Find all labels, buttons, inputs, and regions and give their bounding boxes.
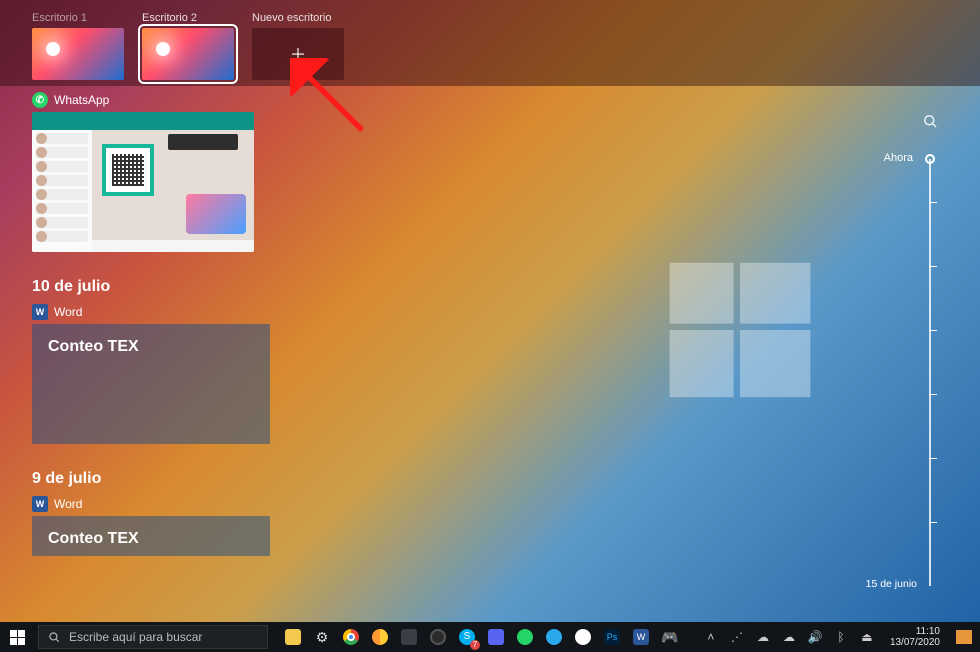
desktop-thumb-2[interactable]: Escritorio 2 — [142, 12, 234, 80]
timeline-activity-card[interactable]: Conteo TEX — [32, 324, 270, 444]
photoshop-icon[interactable]: Ps — [599, 622, 625, 652]
slack-icon[interactable] — [570, 622, 596, 652]
whatsapp-icon: ✆ — [32, 92, 48, 108]
word-taskbar-icon[interactable]: W — [628, 622, 654, 652]
scrubber-label-now: Ahora — [884, 152, 913, 164]
plus-icon — [289, 45, 307, 63]
timeline-activity-card[interactable]: Conteo TEX — [32, 516, 270, 556]
new-desktop-label: Nuevo escritorio — [252, 12, 331, 24]
whatsapp-window-thumbnail[interactable] — [32, 112, 254, 252]
desktop-thumb-1[interactable]: Escritorio 1 — [32, 12, 124, 80]
obs-icon[interactable] — [425, 622, 451, 652]
timeline-search-button[interactable] — [921, 112, 939, 135]
timeline-app-name: Word — [54, 305, 82, 319]
action-center-icon[interactable] — [956, 630, 972, 644]
word-icon: W — [32, 304, 48, 320]
telegram-icon[interactable] — [541, 622, 567, 652]
chrome-icon[interactable] — [338, 622, 364, 652]
desktop-thumbnail — [32, 28, 124, 80]
timeline-app-name: WhatsApp — [54, 93, 109, 107]
cloud-sync-icon[interactable]: ☁ — [780, 622, 798, 652]
microsoft-store-icon[interactable] — [396, 622, 422, 652]
scrubber-track[interactable]: Ahora 15 de junio — [929, 159, 931, 586]
new-desktop-tile[interactable] — [252, 28, 344, 80]
timeline-date-header: 9 de julio — [32, 470, 900, 488]
safe-remove-icon[interactable]: ⏏ — [858, 622, 876, 652]
scrubber-knob[interactable] — [925, 154, 935, 164]
clock-date: 13/07/2020 — [890, 637, 940, 648]
whatsapp-taskbar-icon[interactable] — [512, 622, 538, 652]
skype-icon[interactable]: S — [454, 622, 480, 652]
taskbar: Escribe aquí para buscar ⚙ S Ps W 🎮 ˄ ⋰ … — [0, 622, 980, 652]
timeline-app-name: Word — [54, 497, 82, 511]
timeline-app-header-word: W Word — [32, 496, 900, 512]
search-icon — [47, 630, 61, 644]
windows-logo-icon — [10, 630, 25, 645]
taskbar-clock[interactable]: 11:10 13/07/2020 — [890, 626, 940, 648]
tray-chevron-up-icon[interactable]: ˄ — [702, 622, 720, 652]
wifi-icon[interactable]: ⋰ — [728, 622, 746, 652]
discord-icon[interactable] — [483, 622, 509, 652]
onedrive-icon[interactable]: ☁ — [754, 622, 772, 652]
timeline-scrubber[interactable]: Ahora 15 de junio — [915, 112, 945, 610]
scrubber-label-end: 15 de junio — [866, 578, 917, 590]
system-tray: ˄ ⋰ ☁ ☁ 🔊 ᛒ ⏏ 11:10 13/07/2020 — [702, 622, 980, 652]
activity-title: Conteo TEX — [48, 530, 139, 547]
volume-icon[interactable]: 🔊 — [806, 622, 824, 652]
settings-icon[interactable]: ⚙ — [309, 622, 335, 652]
file-explorer-icon[interactable] — [280, 622, 306, 652]
clock-time: 11:10 — [890, 626, 940, 637]
desktop-thumbnail — [142, 28, 234, 80]
new-desktop-button[interactable]: Nuevo escritorio — [252, 12, 344, 80]
steam-icon[interactable]: 🎮 — [657, 622, 683, 652]
taskbar-search-input[interactable]: Escribe aquí para buscar — [38, 625, 268, 649]
chrome-canary-icon[interactable] — [367, 622, 393, 652]
activity-title: Conteo TEX — [48, 338, 139, 355]
taskbar-pinned-apps: ⚙ S Ps W 🎮 — [280, 622, 683, 652]
bluetooth-icon[interactable]: ᛒ — [832, 622, 850, 652]
desktop-label: Escritorio 1 — [32, 12, 87, 24]
windows-logo-wallpaper — [660, 250, 820, 410]
search-placeholder: Escribe aquí para buscar — [69, 630, 202, 644]
word-icon: W — [32, 496, 48, 512]
timeline-app-header-whatsapp: ✆ WhatsApp — [32, 92, 900, 108]
desktop-label: Escritorio 2 — [142, 12, 197, 24]
virtual-desktop-strip: Escritorio 1 Escritorio 2 Nuevo escritor… — [0, 0, 980, 86]
start-button[interactable] — [0, 622, 34, 652]
